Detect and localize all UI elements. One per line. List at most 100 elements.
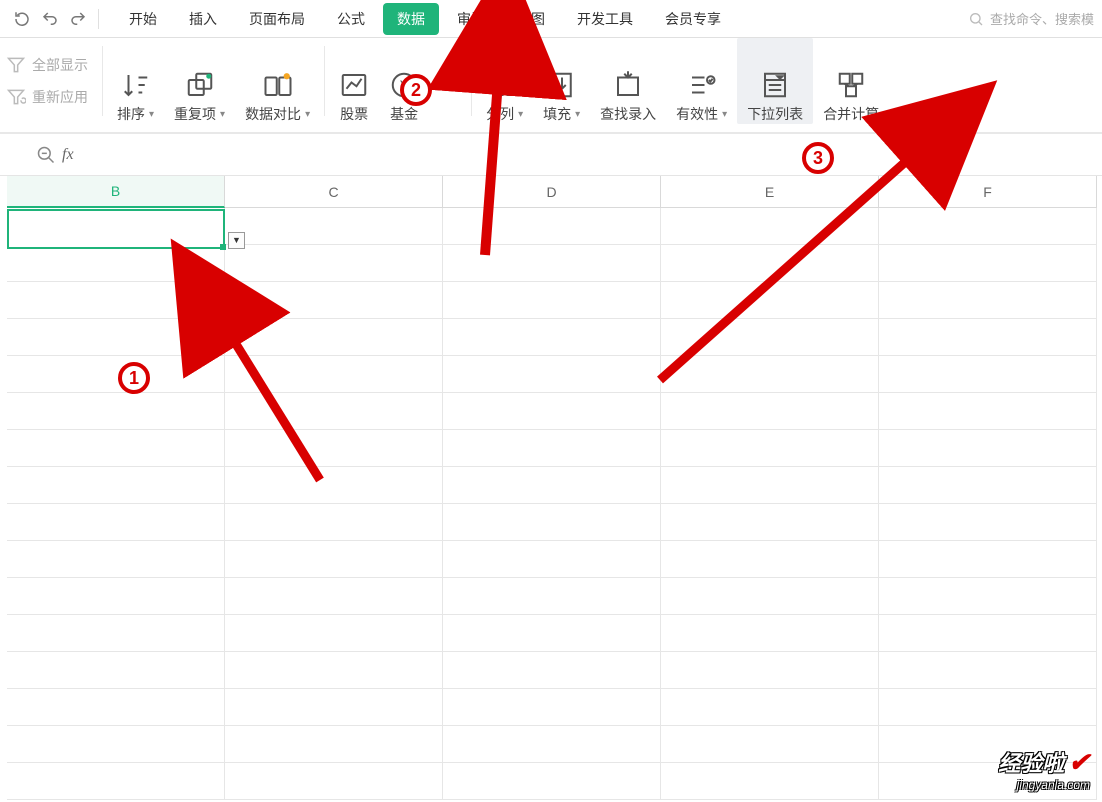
tab-formula[interactable]: 公式 xyxy=(323,3,379,35)
cell[interactable] xyxy=(443,689,661,726)
sort-button[interactable]: 排序▾ xyxy=(107,38,164,124)
cell[interactable] xyxy=(879,245,1097,282)
cell[interactable] xyxy=(225,245,443,282)
cell[interactable] xyxy=(661,578,879,615)
cell[interactable] xyxy=(443,430,661,467)
cell[interactable] xyxy=(7,504,225,541)
fx-label[interactable]: fx xyxy=(62,146,74,164)
cell[interactable] xyxy=(7,763,225,800)
cell[interactable] xyxy=(225,541,443,578)
cell[interactable] xyxy=(661,393,879,430)
fill-button[interactable]: 填充▾ xyxy=(533,38,590,124)
cell[interactable] xyxy=(661,504,879,541)
redo-icon[interactable] xyxy=(64,5,92,33)
cell[interactable] xyxy=(879,541,1097,578)
cell[interactable] xyxy=(443,763,661,800)
cell[interactable] xyxy=(225,393,443,430)
tab-devtools[interactable]: 开发工具 xyxy=(563,3,647,35)
tab-data[interactable]: 数据 xyxy=(383,3,439,35)
cell[interactable] xyxy=(225,652,443,689)
cell[interactable] xyxy=(661,245,879,282)
cell[interactable] xyxy=(443,578,661,615)
cell[interactable] xyxy=(661,319,879,356)
find-entry-button[interactable]: 查找录入 xyxy=(590,38,666,124)
column-header[interactable]: D xyxy=(443,176,661,208)
cell[interactable] xyxy=(879,652,1097,689)
stock-button[interactable]: 股票 xyxy=(329,38,379,124)
cell[interactable] xyxy=(879,689,1097,726)
cell[interactable] xyxy=(661,467,879,504)
column-header[interactable]: F xyxy=(879,176,1097,208)
cell[interactable] xyxy=(879,319,1097,356)
column-header[interactable]: B xyxy=(7,176,225,208)
cell[interactable] xyxy=(7,615,225,652)
cell[interactable] xyxy=(225,208,443,245)
cell[interactable] xyxy=(225,356,443,393)
cell[interactable] xyxy=(879,356,1097,393)
column-header[interactable]: E xyxy=(661,176,879,208)
cell[interactable] xyxy=(7,430,225,467)
cell[interactable] xyxy=(661,208,879,245)
show-all-button[interactable]: 全部显示 xyxy=(4,49,90,81)
selected-cell[interactable] xyxy=(7,209,225,249)
cell[interactable] xyxy=(225,689,443,726)
reapply-button[interactable]: 重新应用 xyxy=(4,81,90,113)
cell[interactable] xyxy=(879,578,1097,615)
cell[interactable] xyxy=(443,282,661,319)
ribbon-more-button[interactable] xyxy=(429,38,467,124)
cell[interactable] xyxy=(879,615,1097,652)
tab-insert[interactable]: 插入 xyxy=(175,3,231,35)
cell[interactable] xyxy=(7,726,225,763)
tab-member[interactable]: 会员专享 xyxy=(651,3,735,35)
cell[interactable] xyxy=(661,356,879,393)
duplicates-button[interactable]: 重复项▾ xyxy=(164,38,235,124)
cell[interactable] xyxy=(879,467,1097,504)
cell[interactable] xyxy=(225,578,443,615)
zoom-icon[interactable] xyxy=(36,145,56,165)
cell[interactable] xyxy=(7,689,225,726)
column-header[interactable]: C xyxy=(225,176,443,208)
consolidate-button[interactable]: 合并计算 xyxy=(813,38,889,124)
cell[interactable] xyxy=(7,356,225,393)
cell[interactable] xyxy=(879,393,1097,430)
cell[interactable] xyxy=(443,319,661,356)
cell[interactable] xyxy=(7,541,225,578)
cell[interactable] xyxy=(7,393,225,430)
cell-dropdown-handle[interactable]: ▼ xyxy=(228,232,245,249)
cell[interactable] xyxy=(225,763,443,800)
cell[interactable] xyxy=(443,541,661,578)
fill-handle[interactable] xyxy=(220,244,226,250)
cell[interactable] xyxy=(225,726,443,763)
cell[interactable] xyxy=(225,504,443,541)
tab-view[interactable]: 视图 xyxy=(503,3,559,35)
cell[interactable] xyxy=(7,467,225,504)
split-column-button[interactable]: 分列▾ xyxy=(476,38,533,124)
formula-input[interactable] xyxy=(80,139,1102,171)
cell[interactable] xyxy=(443,652,661,689)
cell[interactable] xyxy=(7,652,225,689)
cell[interactable] xyxy=(225,467,443,504)
cell[interactable] xyxy=(879,208,1097,245)
cell[interactable] xyxy=(879,282,1097,319)
refresh-icon[interactable] xyxy=(8,5,36,33)
tab-page-layout[interactable]: 页面布局 xyxy=(235,3,319,35)
cell[interactable] xyxy=(879,504,1097,541)
validation-button[interactable]: 有效性▾ xyxy=(666,38,737,124)
cell[interactable] xyxy=(661,615,879,652)
cell[interactable] xyxy=(661,689,879,726)
cell[interactable] xyxy=(661,763,879,800)
cell[interactable] xyxy=(7,282,225,319)
tab-start[interactable]: 开始 xyxy=(115,3,171,35)
cell[interactable] xyxy=(661,726,879,763)
cell[interactable] xyxy=(661,282,879,319)
dropdown-list-button[interactable]: 下拉列表 xyxy=(737,38,813,124)
cell[interactable] xyxy=(225,282,443,319)
cell[interactable] xyxy=(443,393,661,430)
cell[interactable] xyxy=(879,430,1097,467)
cell[interactable] xyxy=(443,726,661,763)
cell[interactable] xyxy=(443,208,661,245)
cell[interactable] xyxy=(225,430,443,467)
cell[interactable] xyxy=(443,245,661,282)
cell[interactable] xyxy=(443,467,661,504)
cell[interactable] xyxy=(7,245,225,282)
